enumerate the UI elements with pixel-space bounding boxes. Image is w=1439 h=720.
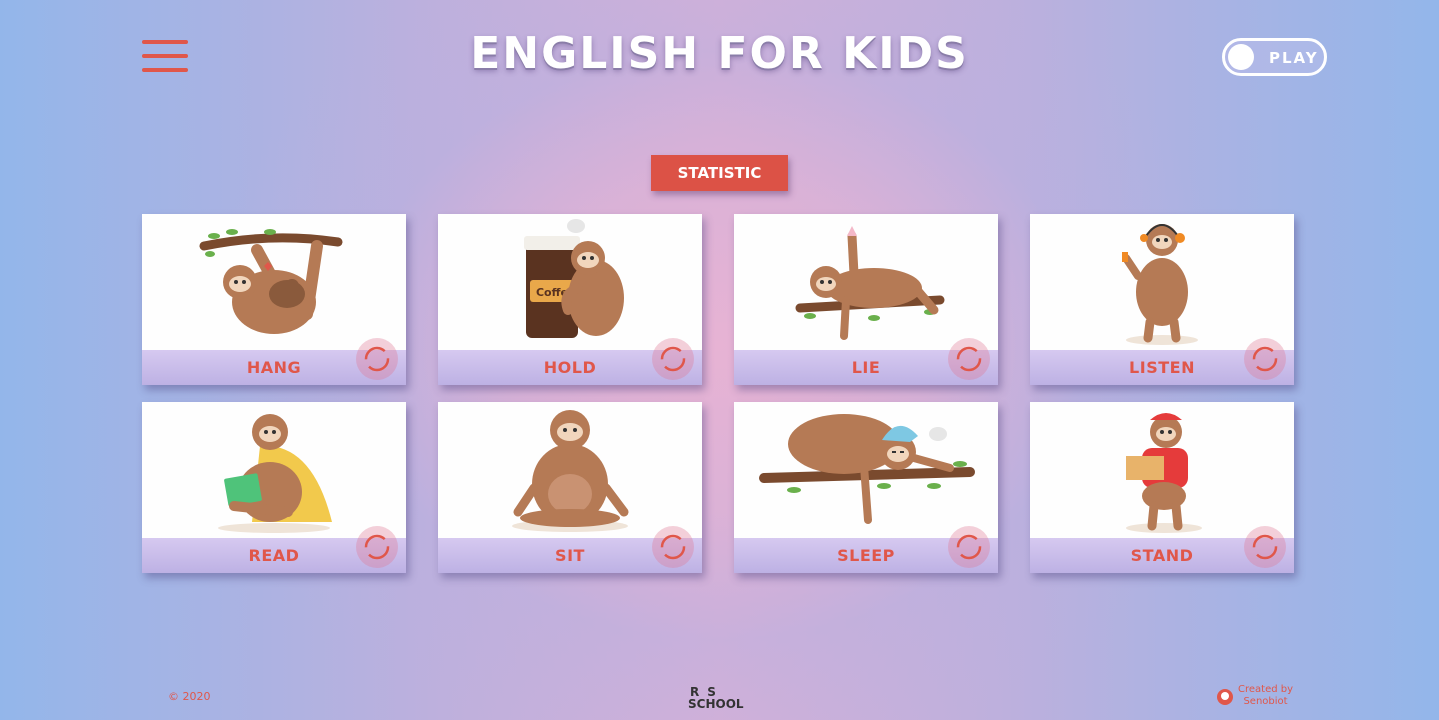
statistic-button[interactable]: STATISTIC	[651, 155, 788, 191]
sloth-hang-image	[142, 214, 406, 350]
sloth-read-image	[142, 402, 406, 538]
copyright-year: © 2020	[168, 690, 211, 703]
sloth-sit-image	[438, 402, 702, 538]
card-lie[interactable]: LIE	[734, 214, 998, 385]
card-stand[interactable]: STAND	[1030, 402, 1294, 573]
rotate-icon[interactable]	[948, 338, 990, 380]
card-sleep[interactable]: SLEEP	[734, 402, 998, 573]
author-credit: Created by Senobiot	[1238, 684, 1293, 708]
rotate-icon[interactable]	[1244, 338, 1286, 380]
card-sit[interactable]: SIT	[438, 402, 702, 573]
sloth-stand-image	[1030, 402, 1294, 538]
credit-line: Created by	[1238, 684, 1294, 695]
toggle-label: PLAY	[1269, 49, 1319, 67]
logo-line: SCHOOL	[688, 697, 744, 711]
credit-line: Senobiot	[1243, 696, 1288, 707]
card-hold[interactable]: Coffe HOLD	[438, 214, 702, 385]
sloth-listen-image	[1030, 214, 1294, 350]
author-link[interactable]: Created by Senobiot	[1216, 684, 1296, 710]
card-grid: HANG Coffe HOLD LIE LISTEN READ SIT SLEE…	[142, 214, 1294, 574]
card-hang[interactable]: HANG	[142, 214, 406, 385]
rotate-icon[interactable]	[948, 526, 990, 568]
sloth-hold-image: Coffe	[438, 214, 702, 350]
card-listen[interactable]: LISTEN	[1030, 214, 1294, 385]
rotate-icon[interactable]	[356, 338, 398, 380]
play-mode-toggle[interactable]: PLAY	[1222, 38, 1327, 76]
rotate-icon[interactable]	[652, 526, 694, 568]
card-read[interactable]: READ	[142, 402, 406, 573]
rotate-icon[interactable]	[652, 338, 694, 380]
rotate-icon[interactable]	[1244, 526, 1286, 568]
rotate-icon[interactable]	[356, 526, 398, 568]
rs-school-logo[interactable]: RS SCHOOL	[688, 686, 752, 712]
toggle-knob	[1228, 44, 1254, 70]
sloth-sleep-image	[734, 402, 998, 538]
sloth-lie-image	[734, 214, 998, 350]
github-icon	[1216, 688, 1234, 710]
